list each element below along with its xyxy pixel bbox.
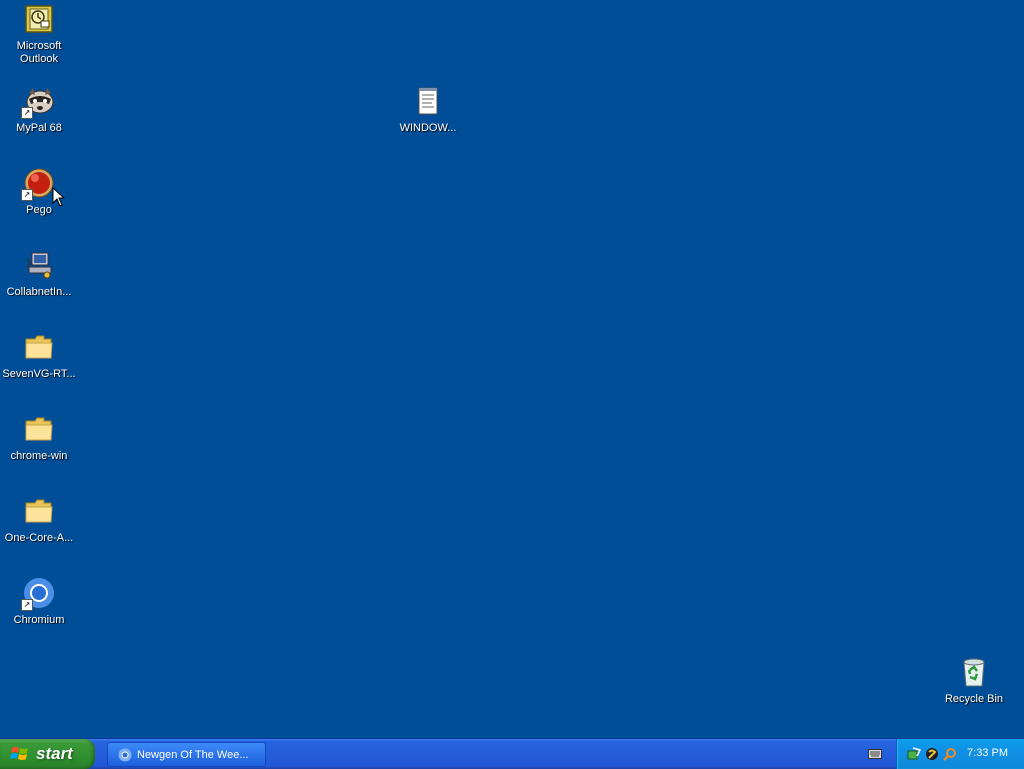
desktop-icon-chromium[interactable]: ↗ Chromium xyxy=(1,577,77,627)
recycle-bin-icon xyxy=(958,656,990,688)
shortcut-arrow-icon: ↗ xyxy=(21,189,33,201)
windows-logo-icon xyxy=(10,747,28,760)
system-tray: 7:33 PM xyxy=(896,739,1024,769)
desktop-icon-label: Chromium xyxy=(13,614,65,626)
shortcut-arrow-icon: ↗ xyxy=(21,107,33,119)
desktop-icon-mypal-68[interactable]: ↗ MyPal 68 xyxy=(1,85,77,135)
text-document-icon xyxy=(412,85,444,117)
desktop-icon-one-core-a[interactable]: One-Core-A... xyxy=(1,495,77,545)
chromium-icon: ↗ xyxy=(21,577,55,611)
start-button[interactable]: start xyxy=(0,739,95,769)
desktop-icon-label: Recycle Bin xyxy=(944,693,1004,705)
desktop-icon-label: CollabnetIn... xyxy=(6,286,72,298)
desktop-icon-collabnetin[interactable]: CollabnetIn... xyxy=(1,249,77,299)
folder-icon xyxy=(23,413,55,445)
desktop-icon-window-text-file[interactable]: WINDOW... xyxy=(390,85,466,135)
pego-red-ball-icon: ↗ xyxy=(21,167,55,201)
taskbar: start Newgen Of The Wee... 7:33 PM xyxy=(0,738,1024,769)
folder-icon xyxy=(23,495,55,527)
desktop-icon-label: WINDOW... xyxy=(399,122,457,134)
desktop-icon-label: Microsoft Outlook xyxy=(16,40,62,65)
shortcut-arrow-icon: ↗ xyxy=(21,599,33,611)
desktop-icon-label: SevenVG-RT... xyxy=(2,368,76,380)
desktop-icon-label: MyPal 68 xyxy=(16,122,62,134)
outlook-icon xyxy=(23,3,55,35)
desktop-icon-sevenvg-rt[interactable]: SevenVG-RT... xyxy=(1,331,77,381)
speaker-tray-icon[interactable] xyxy=(925,747,939,761)
desktop-icon-label: One-Core-A... xyxy=(4,532,74,544)
desktop-icon-recycle-bin[interactable]: Recycle Bin xyxy=(936,656,1012,706)
desktop-icon-microsoft-outlook[interactable]: Microsoft Outlook xyxy=(1,3,77,66)
taskbar-item-label: Newgen Of The Wee... xyxy=(137,748,249,761)
chromium-icon xyxy=(118,748,132,761)
desktop-icon-chrome-win[interactable]: chrome-win xyxy=(1,413,77,463)
magnifier-tray-icon[interactable] xyxy=(943,747,957,761)
desktop: Microsoft Outlook ↗ MyPal 68 ↗ Pego Coll… xyxy=(0,0,1024,738)
start-button-label: start xyxy=(36,744,73,763)
mouse-pointer-icon xyxy=(52,187,65,207)
keyboard-icon[interactable] xyxy=(868,748,882,760)
mypal-raccoon-icon: ↗ xyxy=(21,85,55,119)
clock[interactable]: 7:33 PM xyxy=(967,747,1008,759)
network-tray-icon[interactable] xyxy=(907,747,921,761)
desktop-icon-pego[interactable]: ↗ Pego xyxy=(1,167,77,217)
folder-icon xyxy=(23,331,55,363)
computer-network-icon xyxy=(23,249,55,281)
desktop-icon-label: Pego xyxy=(26,204,52,216)
desktop-icon-label: chrome-win xyxy=(10,450,68,462)
taskbar-item-newgen[interactable]: Newgen Of The Wee... xyxy=(107,742,266,767)
